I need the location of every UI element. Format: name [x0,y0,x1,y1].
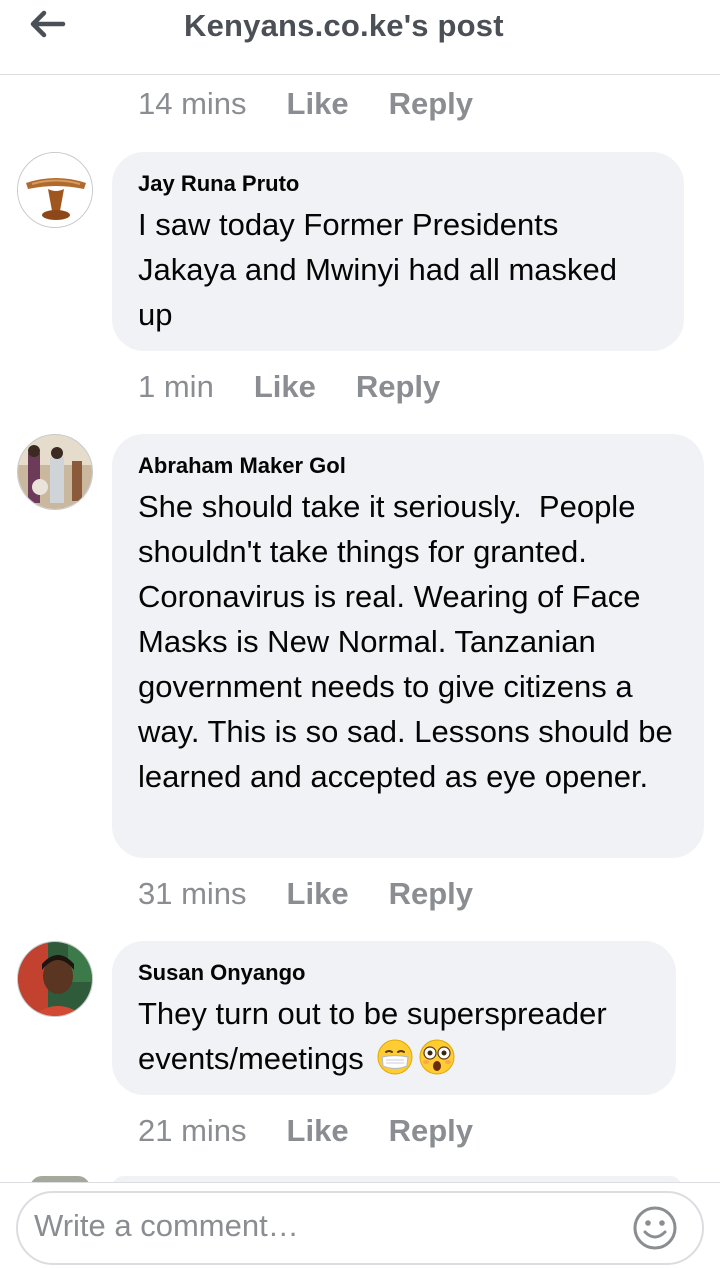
arrow-left-icon [30,10,66,38]
comment-author[interactable]: Abraham Maker Gol [138,452,678,480]
comment-bubble: Jay Runa Pruto I saw today Former Presid… [112,152,684,351]
comment-timestamp: 1 min [138,369,214,404]
comment-input-placeholder: Write a comment… [34,1208,299,1243]
comment-timestamp: 14 mins [138,86,247,121]
back-button[interactable] [26,6,70,42]
reply-button[interactable]: Reply [389,86,473,122]
avatar-image [18,153,92,227]
comment-text: She should take it seriously. People sho… [138,489,682,794]
smiley-icon[interactable] [632,1205,678,1251]
comment-actions: 1 min Like Reply [138,367,440,407]
like-button[interactable]: Like [254,369,316,405]
comment-text: I saw today Former Presidents Jakaya and… [138,207,626,332]
page-title: Kenyans.co.ke's post [184,8,504,43]
comment-bubble: Abraham Maker Gol She should take it ser… [112,434,704,858]
comment-composer-bar: Write a comment… [0,1182,720,1269]
avatar[interactable] [17,152,93,228]
reply-button[interactable]: Reply [389,876,473,912]
comments-page: Kenyans.co.ke's post 14 mins Like Reply … [0,0,720,1269]
avatar-image [18,942,92,1016]
reply-button[interactable]: Reply [356,369,440,405]
comment-timestamp: 21 mins [138,1113,247,1148]
comment-author[interactable]: Jay Runa Pruto [138,170,658,198]
comment-input[interactable]: Write a comment… [16,1191,704,1265]
flushed-face-icon [419,1039,455,1075]
avatar[interactable] [17,434,93,510]
reply-button[interactable]: Reply [389,1113,473,1149]
like-button[interactable]: Like [287,86,349,122]
comment-actions: 14 mins Like Reply [138,84,473,124]
comment-actions: 21 mins Like Reply [138,1111,473,1151]
comment-author[interactable]: Susan Onyango [138,959,650,987]
avatar-image [18,435,92,509]
avatar[interactable] [17,941,93,1017]
like-button[interactable]: Like [287,876,349,912]
header-bar: Kenyans.co.ke's post [0,0,720,75]
like-button[interactable]: Like [287,1113,349,1149]
comment-timestamp: 31 mins [138,876,247,911]
comment-bubble: Susan Onyango They turn out to be supers… [112,941,676,1095]
comment-actions: 31 mins Like Reply [138,874,473,914]
face-with-medical-mask-icon [377,1039,413,1075]
comment-text: They turn out to be superspreader events… [138,991,650,1081]
